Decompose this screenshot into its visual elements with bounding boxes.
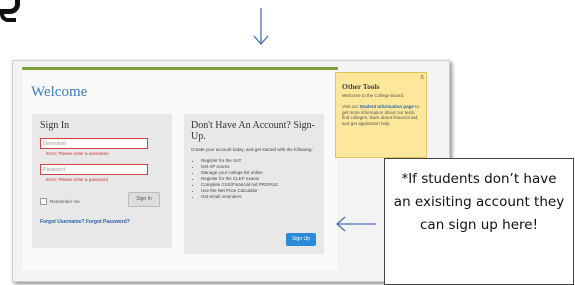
username-error: Error: Please enter a username [46,151,109,156]
sign-up-benefits-list: Register for the SAT Get AP scores Manag… [191,158,323,200]
remember-me-label: Remember me [50,199,80,204]
checkbox-icon[interactable] [40,198,47,205]
sign-up-card: Don't Have An Account? Sign-Up. Create y… [184,114,324,254]
other-tools-note: x Other Tools Welcome to the College Boa… [335,72,427,158]
sign-in-button[interactable]: Sign In [128,192,160,207]
remember-me-checkbox[interactable]: Remember me [40,198,80,205]
list-item: Get email reminders [201,194,323,200]
sign-up-button[interactable]: Sign Up [286,233,316,246]
sign-up-intro: Create your account today, and get start… [191,147,313,152]
annotation-callout: *If students don’t have an exisiting acc… [384,158,574,285]
password-field[interactable]: Password [40,164,148,175]
other-tools-text-pre: Visit our [342,104,360,109]
left-arrow-icon [336,216,376,232]
callout-text: *If students don’t have an exisiting acc… [393,171,565,233]
sign-up-title: Don't Have An Account? Sign-Up. [191,120,316,142]
other-tools-title: Other Tools [342,82,380,91]
password-error: Error: Please enter a password [46,177,109,182]
forgot-credentials-link[interactable]: Forgot Username? Forgot Password? [40,219,130,225]
cropped-heading-fragment [0,0,22,26]
close-icon[interactable]: x [421,74,425,81]
username-field[interactable]: Username [40,138,148,149]
sign-in-title: Sign In [40,120,70,131]
other-tools-welcome: Welcome to the College Board. [342,93,405,98]
student-information-link[interactable]: Student Information page [359,104,414,109]
page-title: Welcome [31,84,88,100]
other-tools-text: Welcome to the College Board. Visit our … [342,93,422,126]
main-panel: Welcome Sign In Username Error: Please e… [22,67,338,270]
sign-in-card: Sign In Username Error: Please enter a u… [32,114,172,248]
down-arrow-icon [253,8,269,45]
